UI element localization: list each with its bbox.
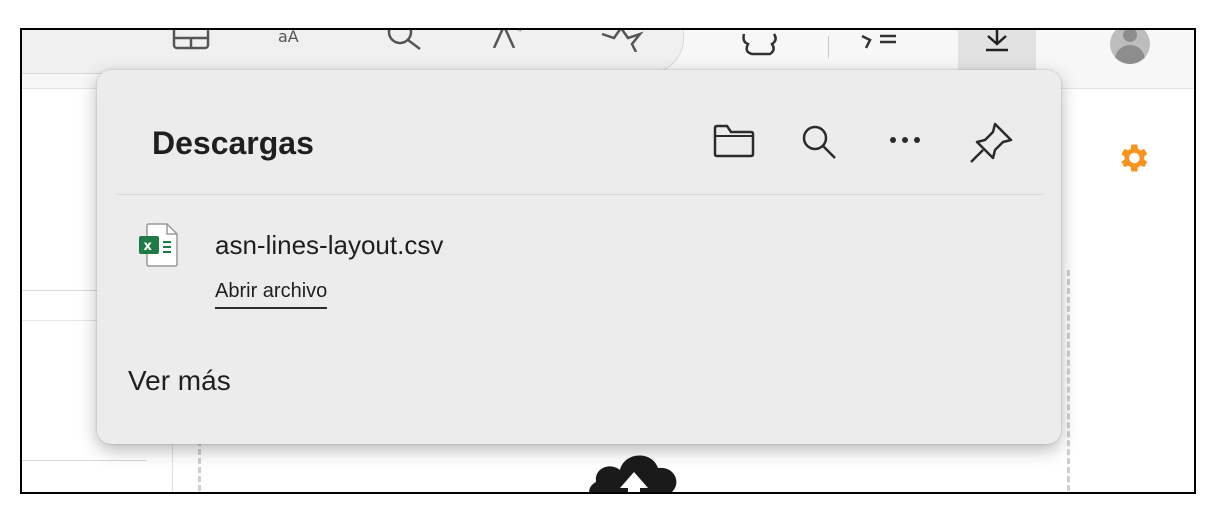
panel-title: Descargas — [152, 125, 314, 161]
pin-icon[interactable] — [967, 120, 1015, 164]
panel-divider — [117, 194, 1043, 195]
cloud-upload-icon — [578, 444, 690, 492]
browser-window: aA ″ Descargas x asn-lines-layout.csv Ab… — [20, 28, 1196, 494]
extensions-icon[interactable] — [738, 30, 782, 56]
download-icon — [982, 30, 1012, 52]
favorites-list-icon[interactable] — [858, 30, 904, 52]
more-options-icon[interactable] — [885, 120, 925, 160]
downloads-panel: Descargas x asn-lines-layout.csv Abrir a… — [97, 70, 1061, 444]
drop-zone-border — [1067, 270, 1070, 492]
background-divider — [22, 460, 147, 461]
svg-text:aA: aA — [278, 30, 299, 46]
svg-text:x: x — [144, 239, 153, 254]
toolbar-separator — [828, 36, 829, 58]
search-icon[interactable] — [797, 120, 841, 164]
gear-icon[interactable] — [1115, 140, 1151, 181]
search-icon[interactable] — [386, 30, 426, 50]
profile-avatar-icon[interactable] — [1110, 30, 1150, 64]
open-file-link[interactable]: Abrir archivo — [215, 280, 328, 309]
text-size-icon[interactable]: ″ — [492, 30, 542, 48]
folder-icon[interactable] — [711, 120, 757, 160]
drop-zone-border — [198, 440, 201, 492]
address-bar[interactable] — [22, 30, 684, 74]
downloads-button[interactable] — [958, 30, 1036, 72]
favorite-star-icon[interactable] — [598, 30, 644, 52]
excel-file-icon: x — [137, 222, 181, 273]
read-aloud-icon[interactable]: aA — [276, 30, 316, 48]
split-screen-icon[interactable] — [172, 30, 210, 52]
download-file-name[interactable]: asn-lines-layout.csv — [215, 230, 443, 261]
see-more-link[interactable]: Ver más — [128, 365, 231, 397]
svg-text:″: ″ — [518, 30, 523, 41]
